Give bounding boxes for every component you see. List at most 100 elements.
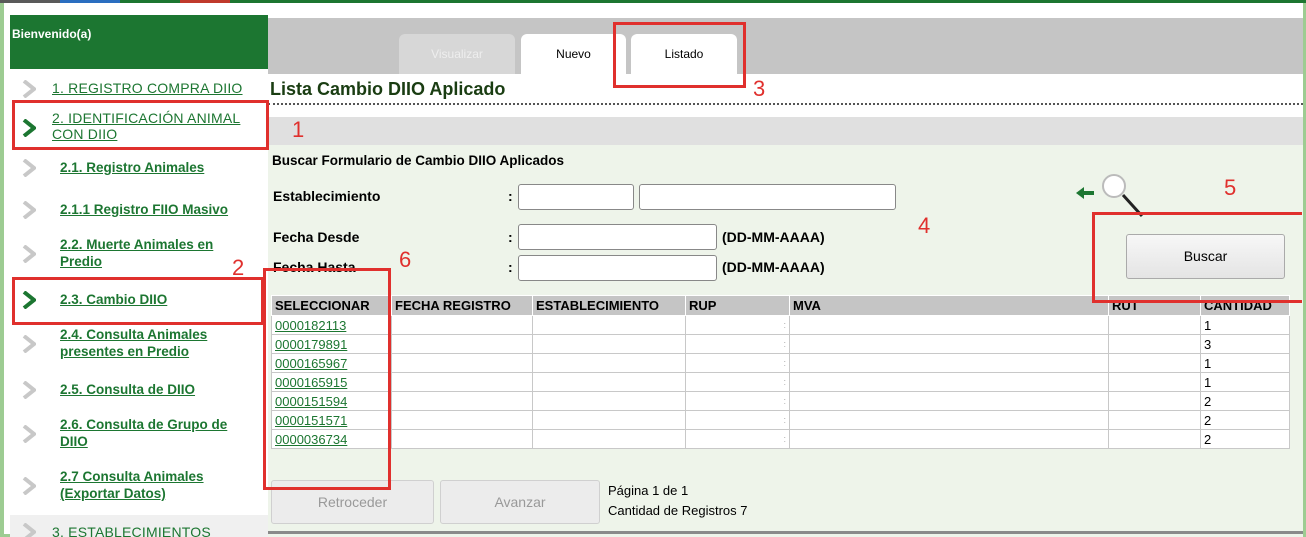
cell-rup: :	[685, 353, 790, 373]
sidebar-item-label-line2[interactable]: presentes en Predio	[60, 344, 189, 359]
cell-cantidad: 3	[1200, 334, 1290, 354]
sidebar-item-consulta-exportar[interactable]: 2.7 Consulta Animales (Exportar Datos)	[10, 467, 268, 507]
sidebar-item-label-line2[interactable]: Predio	[60, 254, 102, 269]
cell-rup: :	[685, 372, 790, 392]
page-title: Lista Cambio DIIO Aplicado	[270, 79, 506, 99]
cell-cantidad: 1	[1200, 353, 1290, 373]
table-row: 0000182113 : 1	[271, 315, 1290, 335]
chevron-right-icon	[22, 159, 36, 177]
cell-establecimiento	[532, 372, 686, 392]
col-establecimiento: ESTABLECIMIENTO	[532, 295, 686, 316]
callout-box-2	[12, 277, 264, 325]
fecha-hasta-format: (DD-MM-AAAA)	[722, 259, 825, 275]
establecimiento-label: Establecimiento	[273, 188, 381, 204]
sidebar-item-consulta-grupo-diio[interactable]: 2.6. Consulta de Grupo de DIIO	[10, 415, 268, 455]
col-mva: MVA	[789, 295, 1109, 316]
table-row: 0000151571 : 2	[271, 410, 1290, 430]
table-row: 0000036734 : 2	[271, 429, 1290, 449]
cell-rup: :	[685, 429, 790, 449]
chevron-right-icon	[22, 245, 36, 263]
cell-establecimiento	[532, 429, 686, 449]
sidebar-item-label[interactable]: 3. ESTABLECIMIENTOS	[52, 525, 211, 537]
chevron-right-icon	[22, 80, 36, 98]
sidebar: Bienvenido(a) 1. REGISTRO COMPRA DIIO 2.…	[10, 15, 268, 537]
sidebar-item-registro-fiio-masivo[interactable]: 2.1.1 Registro FIIO Masivo	[10, 197, 268, 225]
cell-rup: :	[685, 410, 790, 430]
chevron-right-icon	[22, 381, 36, 399]
bottom-divider	[268, 531, 1303, 534]
callout-number-6: 6	[399, 247, 412, 272]
col-rup: RUP	[685, 295, 790, 316]
sidebar-item-label[interactable]: 2.1. Registro Animales	[60, 160, 204, 175]
sidebar-item-registro-animales[interactable]: 2.1. Registro Animales	[10, 155, 268, 183]
sidebar-item-label[interactable]: 1. REGISTRO COMPRA DIIO	[52, 81, 243, 96]
chevron-right-icon	[22, 425, 36, 443]
cell-cantidad: 1	[1200, 372, 1290, 392]
cell-mva	[789, 334, 1109, 354]
sidebar-item-label[interactable]: 2.1.1 Registro FIIO Masivo	[60, 202, 228, 217]
sidebar-item-label-line2[interactable]: DIIO	[60, 434, 88, 449]
page-indicator: Página 1 de 1	[608, 483, 689, 498]
table-row: 0000151594 : 2	[271, 391, 1290, 411]
sidebar-item-muerte-animales[interactable]: 2.2. Muerte Animales en Predio	[10, 235, 268, 275]
tab-visualizar[interactable]: Visualizar	[399, 34, 515, 74]
record-count: Cantidad de Registros 7	[608, 503, 748, 518]
table-row: 0000165967 : 1	[271, 353, 1290, 373]
callout-box-6	[263, 268, 391, 490]
cell-mva	[789, 315, 1109, 335]
table-row: 0000165915 : 1	[271, 372, 1290, 392]
tab-bar: Visualizar Nuevo Listado	[268, 18, 1303, 74]
top-stripe	[0, 0, 1306, 3]
callout-number-1: 1	[292, 117, 305, 142]
callout-number-4: 4	[918, 213, 931, 238]
cell-mva	[789, 372, 1109, 392]
fecha-desde-input[interactable]	[518, 224, 717, 250]
colon: :	[508, 229, 513, 245]
cell-rut	[1108, 372, 1201, 392]
sidebar-item-label-line2[interactable]: (Exportar Datos)	[60, 486, 166, 501]
cell-establecimiento	[532, 353, 686, 373]
establecimiento-code-input[interactable]	[518, 184, 634, 210]
callout-box-1	[12, 100, 269, 150]
sidebar-item-consulta-animales-presentes[interactable]: 2.4. Consulta Animales presentes en Pred…	[10, 325, 268, 365]
sidebar-item-label[interactable]: 2.4. Consulta Animales	[60, 327, 207, 342]
cell-fecha	[391, 391, 533, 411]
table-row: 0000179891 : 3	[271, 334, 1290, 354]
fecha-hasta-input[interactable]	[518, 255, 717, 281]
cell-establecimiento	[532, 315, 686, 335]
sidebar-item-label[interactable]: 2.5. Consulta de DIIO	[60, 382, 195, 397]
cell-cantidad: 2	[1200, 391, 1290, 411]
cell-fecha	[391, 315, 533, 335]
avanzar-button[interactable]: Avanzar	[440, 480, 600, 524]
cell-cantidad: 2	[1200, 410, 1290, 430]
col-fecha-registro: FECHA REGISTRO	[391, 295, 533, 316]
cell-rut	[1108, 315, 1201, 335]
cell-rup: :	[685, 334, 790, 354]
cell-fecha	[391, 410, 533, 430]
establecimiento-name-input[interactable]	[639, 184, 896, 210]
cell-rut	[1108, 391, 1201, 411]
cell-rup: :	[685, 391, 790, 411]
fecha-desde-label: Fecha Desde	[273, 229, 360, 245]
sidebar-item-consulta-diio[interactable]: 2.5. Consulta de DIIO	[10, 377, 268, 405]
fecha-desde-format: (DD-MM-AAAA)	[722, 229, 825, 245]
cell-fecha	[391, 372, 533, 392]
sidebar-item-registro-compra[interactable]: 1. REGISTRO COMPRA DIIO	[10, 77, 268, 101]
sidebar-item-label[interactable]: 2.6. Consulta de Grupo de	[60, 417, 227, 432]
cell-fecha	[391, 353, 533, 373]
chevron-right-icon	[22, 477, 36, 495]
tab-nuevo[interactable]: Nuevo	[521, 34, 626, 74]
chevron-right-icon	[22, 523, 36, 537]
title-divider	[268, 103, 1303, 105]
sidebar-item-label[interactable]: 2.7 Consulta Animales	[60, 469, 204, 484]
sidebar-item-establecimientos[interactable]: 3. ESTABLECIMIENTOS	[10, 515, 268, 537]
colon: :	[508, 188, 513, 204]
cell-mva	[789, 353, 1109, 373]
sidebar-item-label[interactable]: 2.2. Muerte Animales en	[60, 237, 213, 252]
cell-establecimiento	[532, 334, 686, 354]
cell-fecha	[391, 334, 533, 354]
cell-rut	[1108, 410, 1201, 430]
chevron-right-icon	[22, 335, 36, 353]
cell-cantidad: 1	[1200, 315, 1290, 335]
cell-establecimiento	[532, 391, 686, 411]
